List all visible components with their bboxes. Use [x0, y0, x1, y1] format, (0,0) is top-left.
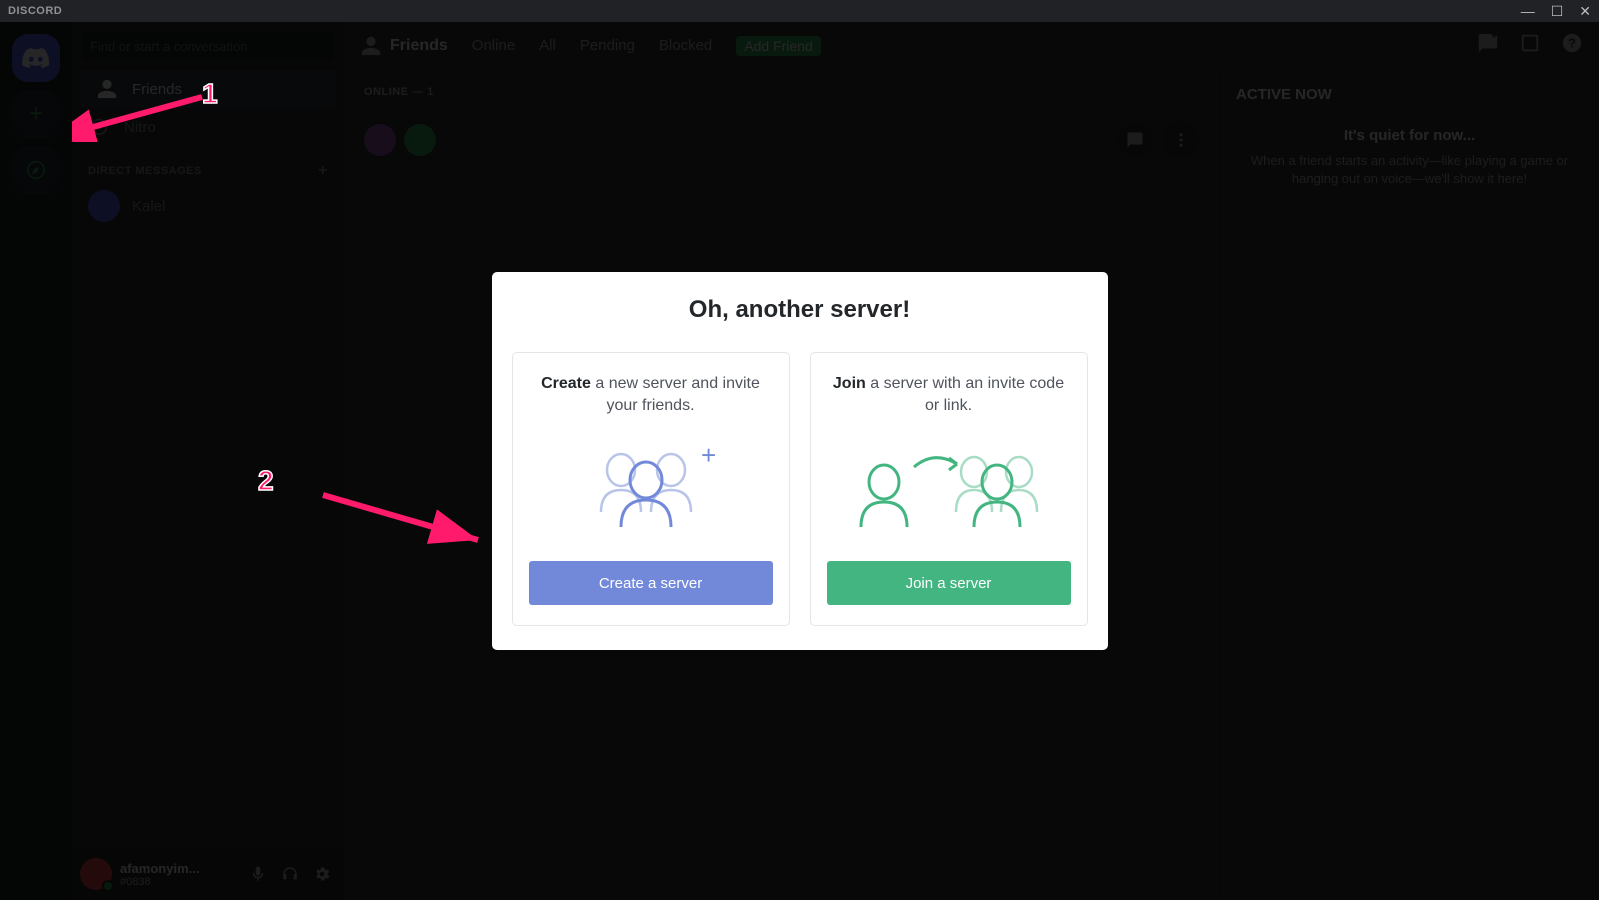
server-modal: Oh, another server! Create a new server … — [492, 272, 1108, 651]
join-server-card: Join a server with an invite code or lin… — [810, 352, 1088, 627]
join-description: Join a server with an invite code or lin… — [827, 373, 1071, 418]
create-server-button[interactable]: Create a server — [529, 561, 773, 605]
titlebar: DISCORD — ☐ ✕ — [0, 0, 1599, 22]
create-server-card: Create a new server and invite your frie… — [512, 352, 790, 627]
close-button[interactable]: ✕ — [1579, 3, 1591, 20]
join-server-button[interactable]: Join a server — [827, 561, 1071, 605]
modal-backdrop[interactable]: Oh, another server! Create a new server … — [0, 22, 1599, 900]
window-controls: — ☐ ✕ — [1521, 3, 1591, 20]
app-title: DISCORD — [8, 5, 62, 17]
minimize-button[interactable]: — — [1521, 3, 1535, 20]
join-illustration-icon — [827, 437, 1071, 537]
create-illustration-icon: + — [529, 437, 773, 537]
modal-title: Oh, another server! — [512, 296, 1088, 324]
svg-text:+: + — [701, 442, 716, 470]
maximize-button[interactable]: ☐ — [1551, 3, 1564, 20]
create-description: Create a new server and invite your frie… — [529, 373, 773, 418]
